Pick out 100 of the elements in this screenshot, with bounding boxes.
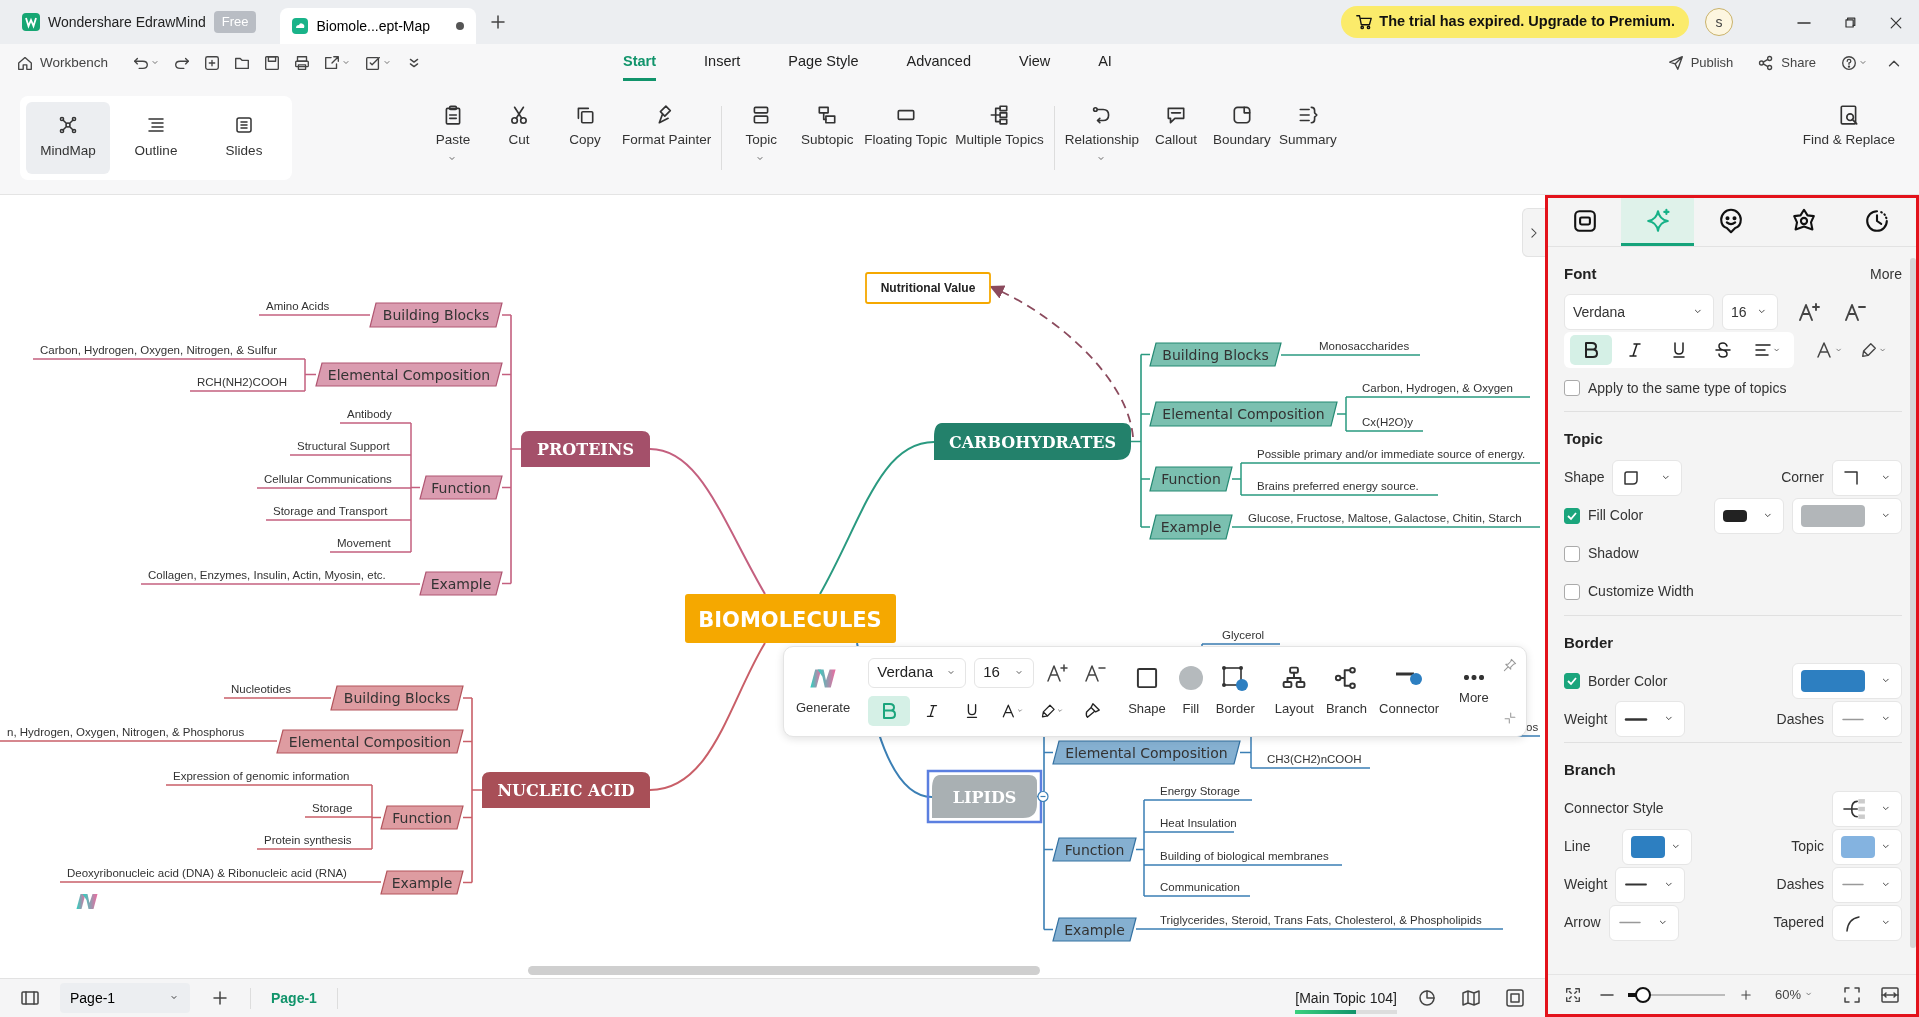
menu-tab[interactable]: Advanced: [906, 45, 971, 81]
subtopic-node[interactable]: Function: [380, 805, 464, 830]
leaf-text[interactable]: Triglycerides, Steroid, Trans Fats, Cholesterol, & Phospholipids: [1160, 914, 1482, 926]
more-button[interactable]: More: [1457, 671, 1491, 712]
leaf-text[interactable]: Carbon, Hydrogen, Oxygen, Nitrogen, & Sulfur: [40, 344, 278, 356]
leaf-text[interactable]: Glycerol: [1222, 629, 1265, 641]
subtopic-node[interactable]: Example: [1149, 514, 1233, 540]
slides-mode-button[interactable]: Slides: [202, 102, 286, 174]
leaf-text[interactable]: Nucleotides: [231, 683, 292, 695]
leaf-text[interactable]: Structural Support: [297, 440, 390, 452]
workbench-button[interactable]: Workbench: [12, 49, 113, 77]
leaf-text[interactable]: n, Hydrogen, Oxygen, Nitrogen, & Phosphorus: [7, 726, 245, 738]
menu-tab[interactable]: AI: [1098, 45, 1112, 81]
font-size-select[interactable]: 16: [1722, 294, 1778, 330]
ribbon-tool-button[interactable]: Cut: [486, 96, 552, 173]
main-topic-node[interactable]: CARBOHYDRATES: [934, 423, 1131, 460]
subtopic-node[interactable]: Example: [1052, 917, 1137, 942]
leaf-text[interactable]: Cx(H2O)y: [1362, 416, 1414, 428]
leaf-text[interactable]: Storage and Transport: [273, 505, 388, 517]
ribbon-tool-button[interactable]: Relationship: [1060, 96, 1143, 173]
layout-button[interactable]: Layout: [1272, 660, 1316, 723]
ribbon-tool-button[interactable]: Copy: [552, 96, 618, 173]
leaf-text[interactable]: Cellular Communications: [264, 473, 392, 485]
ribbon-tool-button[interactable]: Paste: [420, 96, 486, 173]
leaf-text[interactable]: os: [1526, 721, 1539, 733]
subtopic-node[interactable]: Function: [1149, 466, 1233, 492]
main-topic-node[interactable]: PROTEINS: [521, 431, 650, 467]
subtopic-node[interactable]: Elemental Composition: [315, 362, 503, 387]
border-button[interactable]: Border: [1213, 660, 1257, 723]
connector-button[interactable]: Connector: [1377, 660, 1442, 723]
leaf-text[interactable]: Collagen, Enzymes, Insulin, Actin, Myosin, etc.: [148, 569, 386, 581]
subtopic-node[interactable]: Building Blocks: [1149, 342, 1282, 367]
outline-mode-button[interactable]: Outline: [114, 102, 198, 174]
subtopic-node[interactable]: Function: [1052, 837, 1137, 862]
user-avatar[interactable]: s: [1705, 8, 1733, 36]
leaf-text[interactable]: Expression of genomic information: [173, 770, 350, 782]
field-label: Connector Style: [1564, 799, 1664, 818]
subtopic-node[interactable]: Building Blocks: [369, 302, 503, 328]
menu-tab[interactable]: Insert: [704, 45, 741, 81]
ribbon-tool-button[interactable]: Callout: [1142, 96, 1209, 173]
ribbon-tool-button[interactable]: Boundary: [1208, 96, 1275, 173]
leaf-text[interactable]: Deoxyribonucleic acid (DNA) & Ribonucleic acid (RNA): [67, 867, 347, 879]
leaf-text[interactable]: Movement: [337, 537, 391, 549]
field-label: Arrow: [1564, 913, 1601, 932]
ribbon-tool-button[interactable]: Floating Topic: [860, 96, 952, 173]
leaf-text[interactable]: CH3(CH2)nCOOH: [1267, 753, 1362, 765]
upgrade-banner[interactable]: The trial has expired. Upgrade to Premium.: [1341, 6, 1689, 38]
mind-map-mode-button[interactable]: MindMap: [26, 102, 110, 174]
section-title: Branch: [1564, 760, 1617, 780]
subtopic-node[interactable]: Elemental Composition: [276, 729, 464, 754]
main-topic-node[interactable]: NUCLEIC ACID: [482, 772, 650, 808]
leaf-text[interactable]: Amino Acids: [266, 300, 330, 312]
leaf-text[interactable]: Possible primary and/or immediate source of energy.: [1257, 448, 1526, 460]
leaf-text[interactable]: Carbon, Hydrogen, & Oxygen: [1362, 382, 1513, 394]
more-link[interactable]: More: [1870, 263, 1902, 285]
subtopic-node[interactable]: Elemental Composition: [1052, 740, 1241, 765]
leaf-text[interactable]: Antibody: [347, 408, 392, 420]
ribbon-tool-button[interactable]: Topic: [728, 96, 795, 173]
subtopic-node[interactable]: Example: [419, 571, 503, 596]
publish-button[interactable]: Publish: [1662, 50, 1738, 76]
ribbon-tool-button[interactable]: Summary: [1274, 96, 1341, 173]
leaf-text[interactable]: Brains preferred energy source.: [1257, 480, 1419, 492]
app-tab[interactable]: Wondershare EdrawMind Free: [12, 0, 267, 44]
menu-tab[interactable]: View: [1019, 45, 1051, 81]
fill-button[interactable]: Fill: [1175, 660, 1206, 723]
leaf-text[interactable]: Heat Insulation: [1160, 817, 1237, 829]
font-family-select[interactable]: Verdana: [1564, 294, 1714, 330]
floating-topic-node[interactable]: Nutritional Value: [865, 272, 991, 304]
shape-button[interactable]: Shape: [1126, 660, 1168, 723]
field-label: Weight: [1564, 709, 1608, 729]
leaf-text[interactable]: Communication: [1160, 881, 1240, 893]
leaf-text[interactable]: RCH(NH2)COOH: [197, 376, 288, 388]
menu-tab[interactable]: Page Style: [788, 45, 859, 81]
share-button[interactable]: Share: [1753, 50, 1820, 76]
leaf-text[interactable]: Energy Storage: [1160, 785, 1240, 797]
subtopic-node[interactable]: Building Blocks: [330, 685, 464, 711]
leaf-text[interactable]: Storage: [312, 802, 353, 814]
leaf-text[interactable]: Monosaccharides: [1319, 340, 1410, 352]
field-label: Shape: [1564, 468, 1605, 487]
ribbon-tool-button[interactable]: Subtopic: [794, 96, 861, 173]
page-select[interactable]: Page-1: [60, 983, 190, 1013]
find-replace-button[interactable]: Find & Replace: [1798, 96, 1899, 159]
section-title: Font: [1564, 263, 1597, 284]
font-select[interactable]: Verdana: [868, 657, 967, 688]
page-tab[interactable]: Page-1: [250, 987, 338, 1009]
field-label: Corner: [1781, 468, 1824, 487]
generate-button[interactable]: Generate: [794, 661, 853, 722]
leaf-text[interactable]: Protein synthesis: [264, 834, 352, 846]
leaf-text[interactable]: Glucose, Fructose, Maltose, Galactose, Chitin, Starch: [1248, 512, 1522, 524]
font-size-select[interactable]: 16: [974, 657, 1035, 688]
branch-button[interactable]: Branch: [1323, 660, 1370, 723]
subtopic-node[interactable]: Elemental Composition: [1149, 401, 1338, 427]
document-tab[interactable]: Biomole...ept-Map: [280, 8, 477, 44]
leaf-text[interactable]: Building of biological membranes: [1160, 850, 1329, 862]
ribbon-tool-button[interactable]: Format Painter: [618, 96, 716, 173]
subtopic-node[interactable]: Example: [380, 870, 464, 895]
zoom-level-select[interactable]: 60%: [1770, 981, 1818, 1008]
field-label: Dashes: [1776, 875, 1824, 894]
ribbon-tool-button[interactable]: Multiple Topics: [951, 96, 1048, 173]
subtopic-node[interactable]: Function: [419, 475, 503, 500]
